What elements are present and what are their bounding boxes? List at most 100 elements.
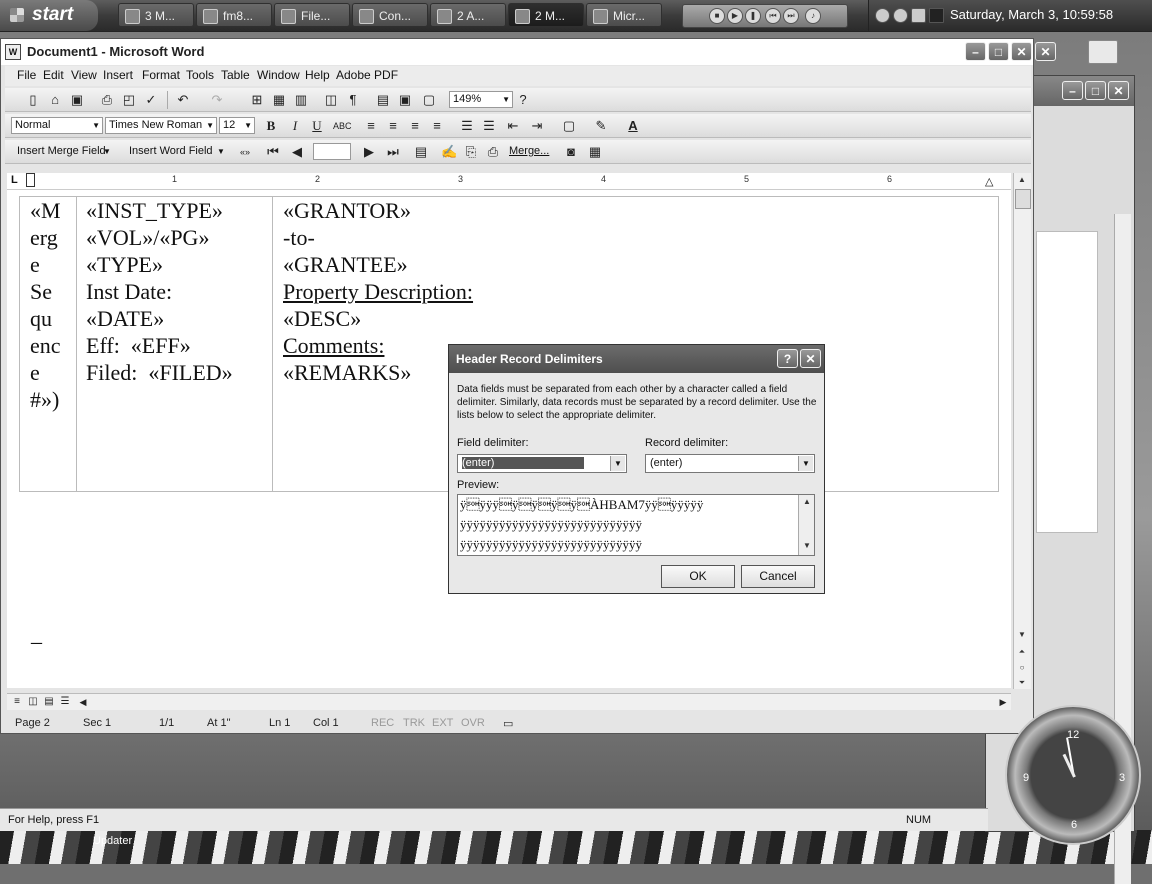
font-color-icon[interactable]: A bbox=[625, 118, 641, 134]
menu-help[interactable]: Help bbox=[305, 68, 330, 82]
scroll-left-icon[interactable]: ◀ bbox=[75, 694, 91, 710]
menu-format[interactable]: Format bbox=[142, 68, 180, 82]
print-preview-icon[interactable]: ◰ bbox=[121, 92, 137, 108]
desktop-icon-label[interactable]: Updater bbox=[93, 835, 132, 847]
save-icon[interactable]: ▣ bbox=[69, 92, 85, 108]
insert-hyperlink-icon[interactable]: ⊞ bbox=[249, 92, 265, 108]
field-delimiter-select[interactable]: (enter) ▼ bbox=[457, 454, 627, 473]
background-window-minimize-button[interactable]: – bbox=[1062, 81, 1083, 100]
network-icon[interactable] bbox=[893, 8, 908, 23]
undo-icon[interactable]: ↶ bbox=[175, 92, 191, 108]
align-right-icon[interactable]: ≡ bbox=[407, 118, 423, 134]
justify-icon[interactable]: ≡ bbox=[429, 118, 445, 134]
read-icon[interactable]: ▤ bbox=[375, 92, 391, 108]
first-record-icon[interactable]: ⏮ bbox=[265, 144, 281, 160]
menu-edit[interactable]: Edit bbox=[43, 68, 64, 82]
folder-icon[interactable] bbox=[1088, 40, 1118, 64]
print-icon[interactable]: ⎙ bbox=[99, 92, 115, 108]
cancel-button[interactable]: Cancel bbox=[741, 565, 815, 588]
record-delimiter-select[interactable]: (enter) ▼ bbox=[645, 454, 815, 473]
record-number-input[interactable] bbox=[313, 143, 351, 160]
scroll-up-icon[interactable]: ▲ bbox=[1014, 173, 1030, 187]
menu-tools[interactable]: Tools bbox=[186, 68, 214, 82]
scroll-down-icon[interactable]: ▼ bbox=[1014, 628, 1030, 642]
chevron-down-icon[interactable]: ▼ bbox=[610, 456, 625, 471]
next-page-icon[interactable]: ⏷ bbox=[1014, 676, 1030, 690]
word-app-icon[interactable]: W bbox=[5, 44, 21, 60]
background-window-close-button[interactable]: ✕ bbox=[1108, 81, 1129, 100]
mail-merge-helper-icon[interactable]: ▤ bbox=[413, 144, 429, 160]
menu-insert[interactable]: Insert bbox=[103, 68, 133, 82]
italic-icon[interactable]: I bbox=[287, 118, 303, 134]
word-titlebar[interactable]: W Document1 - Microsoft Word – □ ✕ bbox=[1, 39, 1033, 65]
ok-button[interactable]: OK bbox=[661, 565, 735, 588]
scroll-right-icon[interactable]: ▶ bbox=[995, 694, 1011, 710]
maximize-button[interactable]: □ bbox=[988, 42, 1009, 61]
merge-to-document-icon[interactable]: ⎘ bbox=[463, 144, 479, 160]
bullets-icon[interactable]: ☰ bbox=[481, 118, 497, 134]
borders-icon[interactable]: ▢ bbox=[561, 118, 577, 134]
battery-icon[interactable] bbox=[929, 8, 944, 23]
style-select[interactable]: Normal ▼ bbox=[11, 117, 103, 134]
pause-icon[interactable]: ❚ bbox=[745, 8, 761, 24]
spelling-icon[interactable]: ✓ bbox=[143, 92, 159, 108]
tray-collapse-icon[interactable] bbox=[875, 8, 890, 23]
taskbar-button[interactable]: 3 M... bbox=[118, 3, 194, 27]
clock-text[interactable]: Saturday, March 3, 10:59:58 bbox=[950, 7, 1113, 22]
print-layout-icon[interactable]: ▤ bbox=[41, 694, 57, 710]
menu-window[interactable]: Window bbox=[257, 68, 300, 82]
last-record-icon[interactable]: ⏭ bbox=[385, 144, 401, 160]
merge-to-printer-icon[interactable]: ⎙ bbox=[485, 144, 501, 160]
edit-data-source-icon[interactable]: ▦ bbox=[587, 144, 603, 160]
outline-icon[interactable]: ▢ bbox=[421, 92, 437, 108]
taskbar-button-word[interactable]: 2 M... bbox=[508, 3, 584, 27]
select-browse-object-icon[interactable]: ○ bbox=[1014, 661, 1030, 675]
layout-icon[interactable]: ▣ bbox=[397, 92, 413, 108]
insert-word-field-button[interactable]: Insert Word Field bbox=[129, 145, 213, 157]
check-errors-icon[interactable]: ✍ bbox=[441, 144, 457, 160]
taskbar-button[interactable]: File... bbox=[274, 3, 350, 27]
secondary-close-button[interactable]: ✕ bbox=[1035, 42, 1056, 61]
font-size-select[interactable]: 12 ▼ bbox=[219, 117, 255, 134]
horizontal-ruler[interactable]: L 1 2 3 4 5 6 △ bbox=[7, 173, 1011, 190]
tab-stop-icon[interactable]: L bbox=[11, 174, 18, 186]
status-ext[interactable]: EXT bbox=[432, 717, 453, 729]
numbering-icon[interactable]: ☰ bbox=[459, 118, 475, 134]
outline-view-icon[interactable]: ☰ bbox=[57, 694, 73, 710]
taskbar-button[interactable]: Micr... bbox=[586, 3, 662, 27]
table-cell-sequence[interactable]: «M erg e Se qu enc e #») bbox=[30, 197, 61, 413]
redo-icon[interactable]: ↷ bbox=[209, 92, 225, 108]
dialog-titlebar[interactable]: Header Record Delimiters ? ✕ bbox=[449, 345, 824, 373]
strikethrough-icon[interactable]: ABC bbox=[333, 118, 352, 134]
insert-merge-field-dropdown-icon[interactable]: ▼ bbox=[103, 147, 111, 156]
view-merged-data-icon[interactable]: «» bbox=[237, 144, 253, 160]
status-rec[interactable]: REC bbox=[371, 717, 394, 729]
insert-word-field-dropdown-icon[interactable]: ▼ bbox=[217, 147, 225, 156]
volume-icon[interactable]: ♪ bbox=[805, 8, 821, 24]
taskbar-button[interactable]: fm8... bbox=[196, 3, 272, 27]
underline-icon[interactable]: U bbox=[309, 118, 325, 134]
open-icon[interactable]: ⌂ bbox=[47, 92, 63, 108]
insert-merge-field-button[interactable]: Insert Merge Field bbox=[17, 145, 106, 157]
web-layout-icon[interactable]: ◫ bbox=[25, 694, 41, 710]
minimize-button[interactable]: – bbox=[965, 42, 986, 61]
dialog-close-button[interactable]: ✕ bbox=[800, 349, 821, 368]
preview-scrollbar[interactable]: ▲ ▼ bbox=[798, 495, 814, 555]
next-track-icon[interactable]: ⏭ bbox=[783, 8, 799, 24]
scroll-up-icon[interactable]: ▲ bbox=[799, 495, 814, 509]
menu-table[interactable]: Table bbox=[221, 68, 250, 82]
increase-indent-icon[interactable]: ⇥ bbox=[529, 118, 545, 134]
status-ovr[interactable]: OVR bbox=[461, 717, 485, 729]
help-button[interactable]: ? bbox=[777, 349, 798, 368]
bold-icon[interactable]: B bbox=[263, 118, 279, 134]
decrease-indent-icon[interactable]: ⇤ bbox=[505, 118, 521, 134]
insert-table-icon[interactable]: ▦ bbox=[271, 92, 287, 108]
vertical-scrollbar[interactable]: ▲ ▼ ⏶ ○ ⏷ bbox=[1013, 173, 1031, 689]
previous-track-icon[interactable]: ⏮ bbox=[765, 8, 781, 24]
stop-icon[interactable]: ■ bbox=[709, 8, 725, 24]
new-document-icon[interactable]: ▯ bbox=[25, 92, 41, 108]
zoom-select[interactable]: 149% ▼ bbox=[449, 91, 513, 108]
merge-button[interactable]: Merge... bbox=[509, 145, 549, 157]
taskbar-button[interactable]: Con... bbox=[352, 3, 428, 27]
menu-file[interactable]: File bbox=[17, 68, 36, 82]
